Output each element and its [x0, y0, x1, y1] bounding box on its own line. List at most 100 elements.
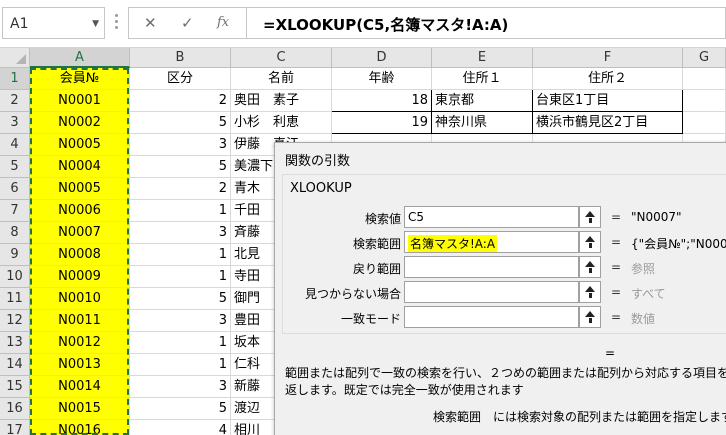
cell-b4[interactable]: 3 [130, 134, 231, 156]
cell-b15[interactable]: 3 [130, 376, 231, 398]
range-select-icon[interactable] [579, 231, 601, 253]
cell-a17[interactable]: N0016 [30, 420, 130, 435]
cell-b12[interactable]: 3 [130, 310, 231, 332]
row-header[interactable]: 10 [0, 266, 30, 288]
cell-f1[interactable]: 住所２ [533, 68, 683, 90]
row-header[interactable]: 16 [0, 398, 30, 420]
column-header-c[interactable]: C [231, 48, 332, 68]
row-header[interactable]: 9 [0, 244, 30, 266]
cell-b6[interactable]: 2 [130, 178, 231, 200]
row-header[interactable]: 14 [0, 354, 30, 376]
cell-a11[interactable]: N0010 [30, 288, 130, 310]
cell-a5[interactable]: N0004 [30, 156, 130, 178]
select-all-corner[interactable] [0, 48, 30, 68]
range-select-icon[interactable] [579, 306, 601, 328]
row-header[interactable]: 11 [0, 288, 30, 310]
formula-input[interactable]: =XLOOKUP(C5,名簿マスタ!A:A) [246, 7, 726, 39]
arg-equals: = [611, 210, 622, 224]
arg-input[interactable] [404, 281, 579, 303]
cell-d1[interactable]: 年齢 [332, 68, 432, 90]
range-select-icon[interactable] [579, 256, 601, 278]
cell-c1[interactable]: 名前 [231, 68, 332, 90]
cell-g3[interactable] [683, 112, 726, 134]
cell-a12[interactable]: N0011 [30, 310, 130, 332]
arg-input[interactable]: 名簿マスタ!A:A [404, 231, 579, 253]
cell-f3[interactable]: 横浜市鶴見区2丁目 [533, 112, 683, 134]
column-header-f[interactable]: F [533, 48, 683, 68]
row-header[interactable]: 7 [0, 200, 30, 222]
cell-e3[interactable]: 神奈川県 [432, 112, 533, 134]
cell-a16[interactable]: N0015 [30, 398, 130, 420]
cell-b16[interactable]: 5 [130, 398, 231, 420]
drag-handle-icon[interactable] [115, 14, 119, 34]
row-header[interactable]: 13 [0, 332, 30, 354]
chevron-down-icon[interactable]: ▼ [92, 19, 99, 29]
insert-function-icon[interactable]: fx [217, 15, 229, 30]
column-header-g[interactable]: G [683, 48, 726, 68]
cell-b17[interactable]: 4 [130, 420, 231, 435]
cell-a8[interactable]: N0007 [30, 222, 130, 244]
cell-d2[interactable]: 18 [332, 90, 432, 112]
cell-a9[interactable]: N0008 [30, 244, 130, 266]
range-select-icon[interactable] [579, 281, 601, 303]
function-name: XLOOKUP [290, 181, 352, 196]
arg-equals: = [611, 285, 622, 299]
formula-bar: A1 ▼ ✕ ✓ fx =XLOOKUP(C5,名簿マスタ!A:A) [0, 0, 726, 48]
cell-a6[interactable]: N0005 [30, 178, 130, 200]
cell-e1[interactable]: 住所１ [432, 68, 533, 90]
cell-e2[interactable]: 東京都 [432, 90, 533, 112]
cell-a4[interactable]: N0005 [30, 134, 130, 156]
cell-b9[interactable]: 1 [130, 244, 231, 266]
row-header[interactable]: 15 [0, 376, 30, 398]
cell-c2[interactable]: 奥田 素子 [231, 90, 332, 112]
cell-a3[interactable]: N0002 [30, 112, 130, 134]
cell-a2[interactable]: N0001 [30, 90, 130, 112]
function-arguments-dialog: 関数の引数 XLOOKUP 検索値 C5 = "N0007" 検索範囲 名簿マスタ!A:A… [274, 142, 726, 435]
cell-b2[interactable]: 2 [130, 90, 231, 112]
cell-a7[interactable]: N0006 [30, 200, 130, 222]
cell-b14[interactable]: 1 [130, 354, 231, 376]
row-header[interactable]: 3 [0, 112, 30, 134]
cell-a13[interactable]: N0012 [30, 332, 130, 354]
row-header[interactable]: 5 [0, 156, 30, 178]
cell-f2[interactable]: 台東区1丁目 [533, 90, 683, 112]
cell-b10[interactable]: 1 [130, 266, 231, 288]
row-header[interactable]: 1 [0, 68, 30, 90]
cell-b5[interactable]: 5 [130, 156, 231, 178]
cell-b13[interactable]: 1 [130, 332, 231, 354]
cell-c3[interactable]: 小杉 利恵 [231, 112, 332, 134]
arg-input[interactable]: C5 [404, 206, 579, 228]
cell-g2[interactable] [683, 90, 726, 112]
cell-a14[interactable]: N0013 [30, 354, 130, 376]
cell-b7[interactable]: 1 [130, 200, 231, 222]
cell-g1[interactable] [683, 68, 726, 90]
arg-result: すべて [631, 287, 666, 301]
row-header[interactable]: 2 [0, 90, 30, 112]
cell-b1[interactable]: 区分 [130, 68, 231, 90]
column-header-b[interactable]: B [130, 48, 231, 68]
cell-d3[interactable]: 19 [332, 112, 432, 134]
row-header[interactable]: 12 [0, 310, 30, 332]
column-header-d[interactable]: D [332, 48, 432, 68]
cell-a1[interactable]: 会員№ [30, 68, 130, 90]
arg-label: 見つからない場合 [304, 287, 401, 301]
cancel-icon[interactable]: ✕ [144, 14, 157, 32]
column-header-a[interactable]: A [30, 48, 130, 68]
row-header[interactable]: 17 [0, 420, 30, 435]
cell-b3[interactable]: 5 [130, 112, 231, 134]
row-header[interactable]: 6 [0, 178, 30, 200]
arg-label: 検索値 [364, 212, 401, 226]
arg-input[interactable] [404, 306, 579, 328]
cell-a15[interactable]: N0014 [30, 376, 130, 398]
row-header[interactable]: 8 [0, 222, 30, 244]
row-header[interactable]: 4 [0, 134, 30, 156]
cell-b8[interactable]: 3 [130, 222, 231, 244]
column-header-e[interactable]: E [432, 48, 533, 68]
enter-icon[interactable]: ✓ [181, 14, 194, 32]
function-description: 範囲または配列で一致の検索を行い、２つめの範囲または配列から対応する項目を返しま… [285, 366, 726, 397]
cell-a10[interactable]: N0009 [30, 266, 130, 288]
cell-b11[interactable]: 5 [130, 288, 231, 310]
arg-input[interactable] [404, 256, 579, 278]
name-box[interactable]: A1 ▼ [2, 7, 105, 39]
range-select-icon[interactable] [579, 206, 601, 228]
